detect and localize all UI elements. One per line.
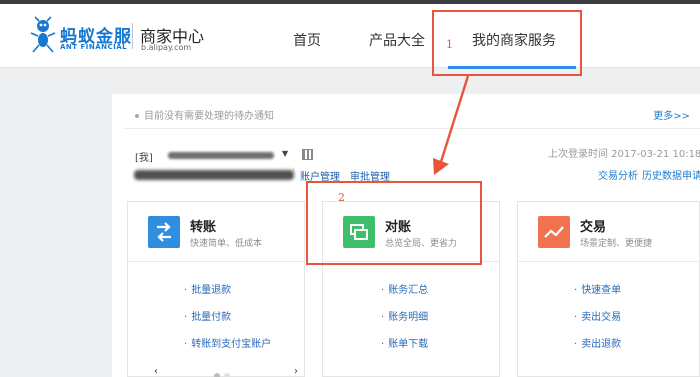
trend-line-icon bbox=[538, 216, 570, 248]
account-tag: [我] bbox=[135, 153, 153, 164]
more-link[interactable]: 更多>> bbox=[653, 107, 690, 122]
nav-home[interactable]: 首页 bbox=[293, 30, 321, 50]
carousel-next-icon[interactable]: › bbox=[294, 366, 298, 377]
batch-payment-link[interactable]: · 批量付款 bbox=[184, 308, 231, 323]
logo-divider bbox=[132, 23, 133, 49]
card-subtitle: 场景定制、更便捷 bbox=[580, 239, 653, 249]
qr-code-icon[interactable] bbox=[302, 149, 313, 160]
card-header[interactable]: 转账 快速简单、低成本 bbox=[128, 202, 304, 262]
redacted-account-name bbox=[134, 170, 294, 180]
batch-refund-link[interactable]: · 批量退款 bbox=[184, 281, 231, 296]
top-header: 蚂蚁金服 ANT FINANCIAL 商家中心 b.alipay.com 首页 … bbox=[0, 4, 700, 69]
carousel-dot[interactable] bbox=[214, 373, 220, 377]
last-login-time: 上次登录时间 2017-03-21 10:18:17 bbox=[548, 149, 700, 160]
brand-name-english: ANT FINANCIAL bbox=[60, 43, 128, 51]
quick-order-lookup-link[interactable]: · 快速查单 bbox=[574, 281, 621, 296]
transfer-to-alipay-link[interactable]: · 转账到支付宝账户 bbox=[184, 335, 271, 350]
account-detail-link[interactable]: · 账务明细 bbox=[381, 308, 428, 323]
sold-trades-link[interactable]: · 卖出交易 bbox=[574, 308, 621, 323]
history-data-request-link[interactable]: 历史数据申请 bbox=[642, 167, 700, 182]
card-transfer: 转账 快速简单、低成本 · 批量退款 · 批量付款 · 转账到支付宝账户 ‹ › bbox=[127, 201, 305, 377]
annotation-box-1 bbox=[432, 10, 582, 76]
card-header[interactable]: 交易 场景定制、更便捷 bbox=[518, 202, 699, 262]
card-subtitle: 快速简单、低成本 bbox=[190, 239, 263, 249]
transfer-arrows-icon bbox=[148, 216, 180, 248]
todo-notice: 目前没有需要处理的待办通知 bbox=[135, 107, 274, 122]
annotation-box-2 bbox=[306, 181, 482, 265]
annotation-number-1: 1 bbox=[446, 38, 453, 51]
merchant-center-url: b.alipay.com bbox=[141, 43, 192, 52]
annotation-number-2: 2 bbox=[338, 191, 345, 204]
ant-mascot-icon bbox=[30, 16, 56, 53]
trade-analysis-link[interactable]: 交易分析 bbox=[598, 167, 638, 182]
card-title: 交易 bbox=[580, 220, 607, 235]
carousel-prev-icon[interactable]: ‹ bbox=[154, 366, 158, 377]
account-dropdown-caret-icon[interactable]: ▼ bbox=[282, 149, 288, 158]
sold-refunds-link[interactable]: · 卖出退款 bbox=[574, 335, 621, 350]
card-trade: 交易 场景定制、更便捷 · 快速查单 · 卖出交易 · 卖出退款 bbox=[517, 201, 700, 377]
notice-bullet bbox=[135, 114, 139, 118]
redacted-account-id bbox=[168, 152, 274, 159]
nav-products[interactable]: 产品大全 bbox=[369, 30, 425, 50]
card-title: 转账 bbox=[190, 220, 217, 235]
todo-notice-text: 目前没有需要处理的待办通知 bbox=[144, 111, 274, 122]
link-separator: | bbox=[292, 168, 296, 179]
notice-divider bbox=[124, 128, 700, 129]
account-summary-link[interactable]: · 账务汇总 bbox=[381, 281, 428, 296]
carousel-dot[interactable] bbox=[224, 373, 230, 377]
bill-download-link[interactable]: · 账单下载 bbox=[381, 335, 428, 350]
ant-financial-logo[interactable]: 蚂蚁金服 ANT FINANCIAL 商家中心 b.alipay.com bbox=[28, 14, 218, 58]
